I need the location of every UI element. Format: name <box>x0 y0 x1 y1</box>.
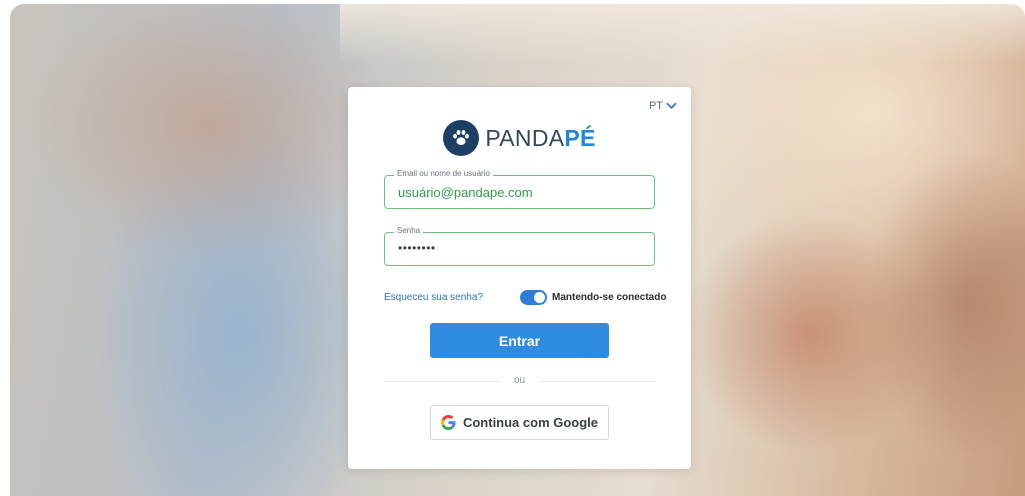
login-card: PT PANDAPÉ Email ou nome de usuário usuá… <box>348 87 691 469</box>
forgot-password-link[interactable]: Esqueceu sua senha? <box>384 292 483 303</box>
password-label: Senha <box>394 226 424 235</box>
brand-logo: PANDAPÉ <box>348 120 691 156</box>
paw-icon <box>443 120 480 156</box>
divider-text: ou <box>499 375 540 386</box>
google-login-button[interactable]: Continua com Google <box>430 405 609 440</box>
stay-connected-label: Mantendo-se conectado <box>552 292 667 303</box>
language-label: PT <box>648 100 663 112</box>
login-button[interactable]: Entrar <box>430 323 609 358</box>
google-login-label: Continua com Google <box>462 415 599 430</box>
google-icon <box>440 415 456 430</box>
brand-name: PANDAPÉ <box>485 125 595 152</box>
username-value: usuário@pandape.com <box>398 185 533 200</box>
stay-connected-toggle[interactable] <box>520 290 547 305</box>
background-window <box>340 4 1025 64</box>
password-value: •••••••• <box>398 241 436 255</box>
chevron-down-icon <box>666 102 677 110</box>
toggle-knob <box>534 292 545 303</box>
password-field[interactable]: Senha •••••••• <box>384 226 655 266</box>
brand-name-part1: PANDA <box>485 124 565 151</box>
username-field[interactable]: Email ou nome de usuário usuário@pandape… <box>384 169 655 209</box>
background-photo: PT PANDAPÉ Email ou nome de usuário usuá… <box>10 4 1025 496</box>
language-selector[interactable]: PT <box>649 100 677 112</box>
stay-connected: Mantendo-se conectado <box>520 290 666 305</box>
username-label: Email ou nome de usuário <box>394 169 493 178</box>
brand-name-part2: PÉ <box>564 124 596 151</box>
